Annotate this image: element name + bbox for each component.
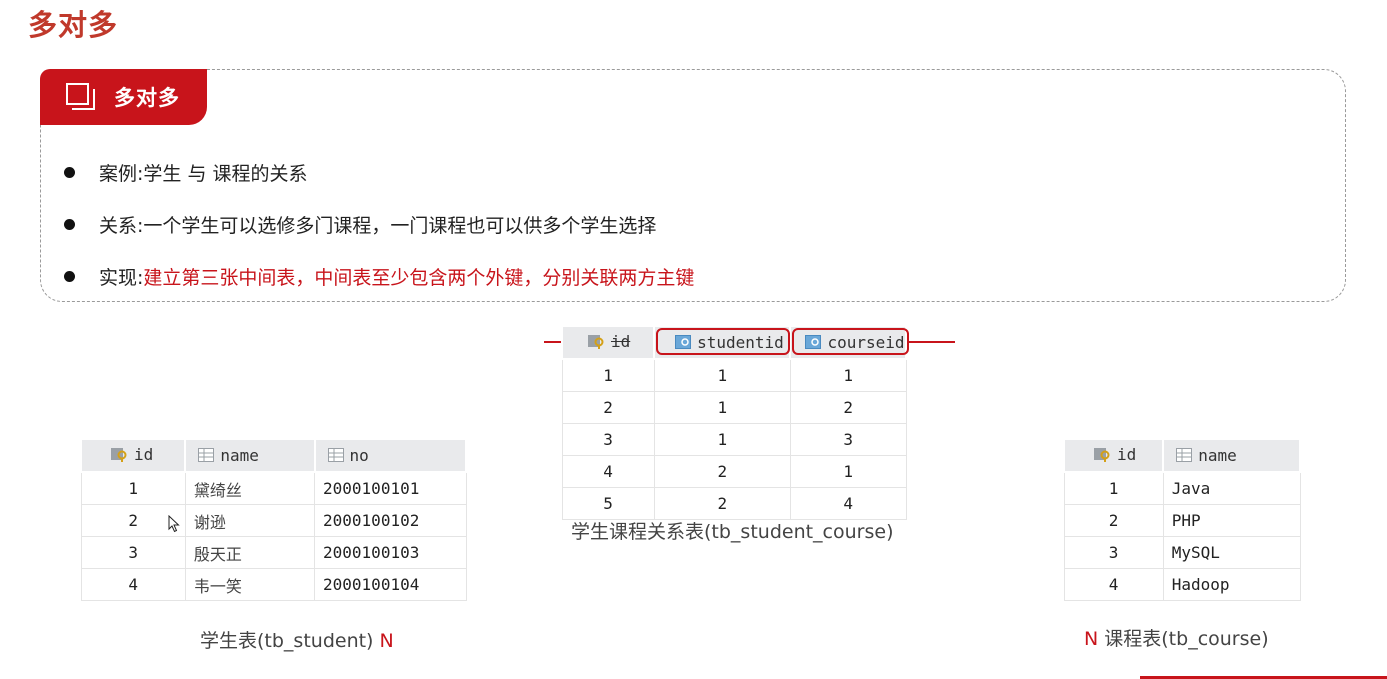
bullet-text: 一个学生可以选修多门课程，一门课程也可以供多个学生选择 [143,214,657,237]
cell-no: 2000100104 [314,568,467,601]
cell-no: 2000100103 [314,536,467,569]
cell-name: Hadoop [1162,568,1301,601]
column-icon [198,447,215,466]
cell-id: 4 [561,455,655,488]
table-row: 1 Java [1063,471,1301,505]
table-header-row: id name [1062,438,1301,473]
cell-id: 1 [80,471,186,505]
bullet-item-example: 案例: 学生 与 课程的关系 [62,146,694,198]
card-tab-label: 多对多 [114,86,180,110]
cell-courseid: 3 [789,423,907,456]
cell-courseid: 4 [789,487,907,520]
cardinality-label: N [379,630,394,652]
bullet-highlight: 建立第三张中间表，中间表至少包含两个外键，分别关联两方主键 [143,266,695,289]
student-table: id name no 1 黛绮丝 2000100101 2 谢逊 2000100… [79,438,468,601]
column-header-id: id [79,438,187,473]
course-table: id name 1 Java 2 PHP 3 MySQL 4 Hadoop [1062,438,1301,601]
column-icon [1176,447,1193,466]
cell-id: 2 [561,391,655,424]
column-icon [327,447,344,466]
course-table-caption: N 课程表(tb_course) [1084,624,1269,651]
card-tab: 多对多 [40,69,207,125]
cell-id: 4 [1063,568,1164,601]
cell-id: 3 [561,423,655,456]
column-header-label: name [1198,445,1237,465]
table-header-row: id name no [79,438,468,473]
cell-no: 2000100101 [314,471,467,505]
table-row: 3 殷天正 2000100103 [80,536,467,569]
connector-line [905,341,955,343]
cell-name: PHP [1162,504,1301,537]
key-icon [1093,446,1111,466]
cell-no: 2000100102 [314,504,467,537]
key-icon [587,333,605,353]
courseid-highlight-box [792,328,909,355]
bullet-prefix: 关系: [99,214,144,237]
column-header-no: no [313,438,468,473]
caption-text: 学生课程关系表(tb_student_course) [571,521,894,543]
cell-name: 谢逊 [184,504,316,537]
table-row: 5 2 4 [561,487,907,520]
column-header-name: name [184,438,316,473]
table-row: 2 PHP [1063,504,1301,537]
cell-courseid: 1 [789,455,907,488]
cell-id: 2 [1063,504,1164,537]
bullet-dot-icon [64,218,75,230]
key-icon [110,446,128,466]
column-header-label: id [611,332,631,352]
cell-studentid: 2 [653,455,791,488]
table-row: 1 1 1 [561,358,907,392]
cell-name: 韦一笑 [184,568,316,601]
cell-studentid: 1 [653,391,791,424]
table-row: 4 韦一笑 2000100104 [80,568,467,601]
bullet-dot-icon [64,166,75,178]
student-table-caption: 学生表(tb_student) N [200,626,394,653]
bullet-prefix: 案例: [99,162,144,185]
window-stack-icon [66,83,96,111]
cell-studentid: 2 [653,487,791,520]
mouse-cursor-icon [168,514,180,537]
bullet-prefix: 实现: [99,266,144,289]
cell-id: 5 [561,487,655,520]
page-title: 多对多 [28,8,119,42]
table-row: 2 1 2 [561,391,907,424]
column-header-id: id [560,325,656,360]
cell-name: 黛绮丝 [184,471,316,505]
cell-id: 3 [1063,536,1164,569]
cell-id: 4 [80,568,186,601]
cell-courseid: 2 [789,391,907,424]
caption-text: 学生表(tb_student) [200,630,374,652]
column-header-label: id [134,445,154,465]
table-row: 2 谢逊 2000100102 [80,504,467,537]
bullet-text: 学生 与 课程的关系 [143,162,308,185]
bullet-dot-icon [64,270,75,282]
cell-studentid: 1 [653,423,791,456]
table-row: 4 2 1 [561,455,907,488]
cell-id: 3 [80,536,186,569]
column-header-label: id [1117,445,1137,465]
studentid-highlight-box [656,328,790,355]
table-row: 3 MySQL [1063,536,1301,569]
column-header-label: name [220,445,259,465]
table-row: 1 黛绮丝 2000100101 [80,471,467,505]
bullet-item-implementation: 实现: 建立第三张中间表，中间表至少包含两个外键，分别关联两方主键 [62,250,694,302]
cell-name: MySQL [1162,536,1301,569]
column-header-label: no [349,445,369,465]
table-row: 4 Hadoop [1063,568,1301,601]
cell-courseid: 1 [789,358,907,392]
cell-studentid: 1 [653,358,791,392]
cell-id: 1 [561,358,655,392]
cell-name: Java [1162,471,1301,505]
column-header-name: name [1162,438,1301,473]
cell-name: 殷天正 [184,536,316,569]
caption-text: 课程表(tb_course) [1104,628,1269,650]
table-row: 3 1 3 [561,423,907,456]
bullet-item-relation: 关系: 一个学生可以选修多门课程，一门课程也可以供多个学生选择 [62,198,694,250]
student-course-table-caption: 学生课程关系表(tb_student_course) [571,517,893,544]
column-header-id: id [1062,438,1165,473]
cardinality-label: N [1084,628,1099,650]
cell-id: 1 [1063,471,1164,505]
bullet-list: 案例: 学生 与 课程的关系 关系: 一个学生可以选修多门课程，一门课程也可以供… [62,146,694,302]
